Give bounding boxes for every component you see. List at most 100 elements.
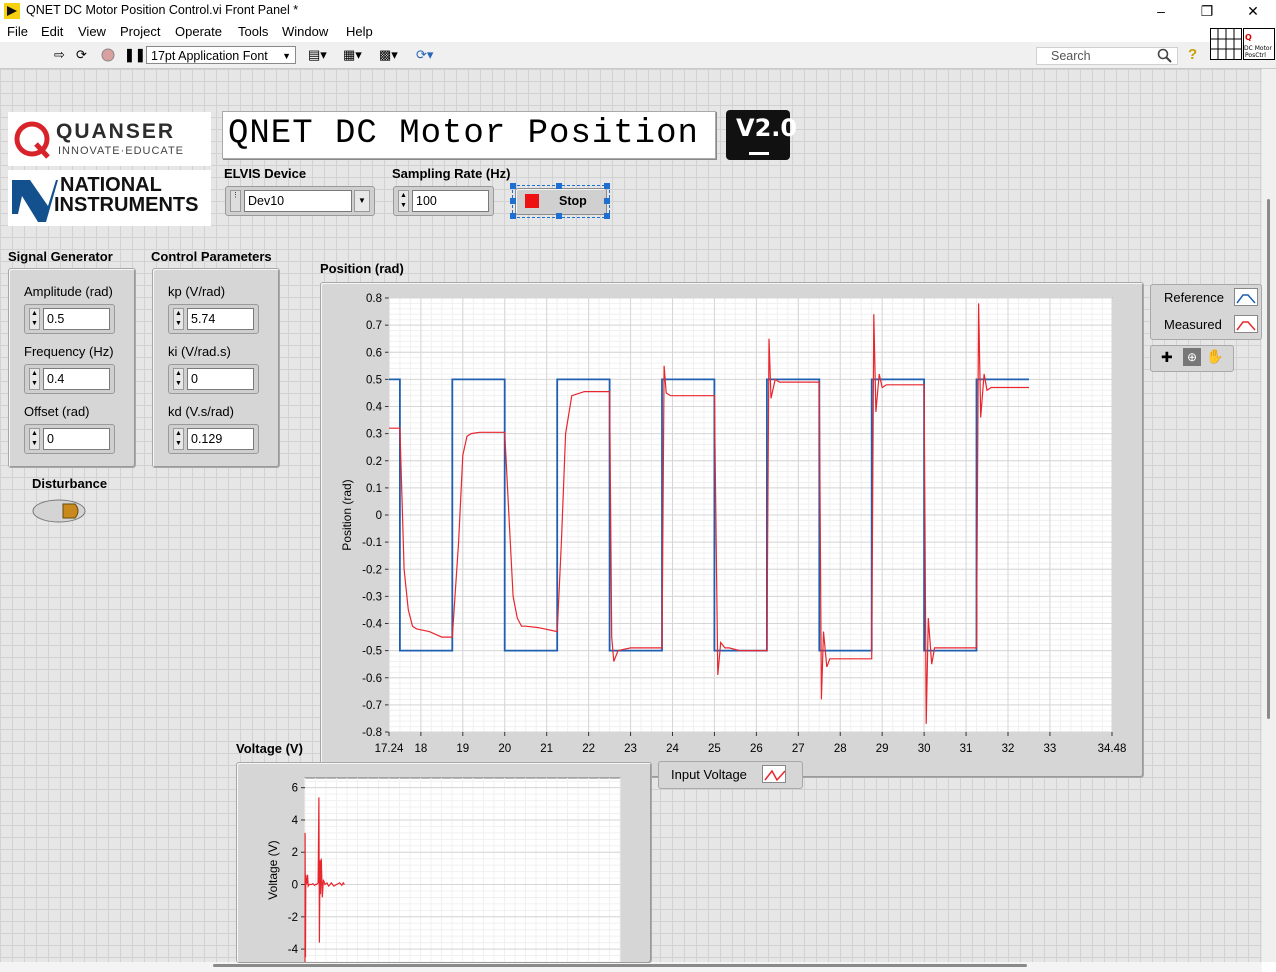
offset-value: 0 <box>43 428 110 450</box>
svg-text:DC Motor: DC Motor <box>1244 45 1273 52</box>
distribute-objects-icon[interactable]: ▦▾ <box>343 47 362 63</box>
offset-stepper[interactable]: ▲ ▼ <box>29 428 40 450</box>
disturbance-label: Disturbance <box>32 476 108 491</box>
y-axis-label: Position (rad) <box>340 479 354 550</box>
elvis-device-value: Dev10 <box>244 190 352 212</box>
elvis-browse-icon[interactable]: ⋮ <box>230 190 241 212</box>
kd-stepper[interactable]: ▲ ▼ <box>173 428 184 450</box>
y-tick-label: -0.4 <box>362 619 382 631</box>
legend-input-voltage-swatch[interactable] <box>762 765 786 783</box>
x-tick-label: 21 <box>540 743 553 755</box>
ki-stepper[interactable]: ▲ ▼ <box>173 368 184 390</box>
quanser-logo: QUANSER INNOVATE·EDUCATE <box>8 112 211 166</box>
horizontal-scrollbar[interactable] <box>0 962 1262 972</box>
version-badge: V2.0 <box>726 110 797 160</box>
legend-input-voltage-label: Input Voltage <box>671 767 747 782</box>
x-tick-label: 26 <box>750 743 763 755</box>
signal-generator-title: Signal Generator <box>8 249 113 264</box>
y-tick-label: 0.1 <box>366 483 382 495</box>
x-tick-label: 19 <box>456 743 469 755</box>
menu-file[interactable]: File <box>7 24 28 39</box>
y-axis-label: Voltage (V) <box>266 840 280 899</box>
align-objects-icon[interactable]: ▤▾ <box>308 47 327 63</box>
close-button[interactable]: ✕ <box>1230 0 1276 22</box>
y-tick-label: -0.2 <box>362 564 382 576</box>
x-tick-label: 34.48 <box>1098 743 1127 755</box>
y-tick-label: -2 <box>288 912 298 924</box>
frequency-control[interactable]: ▲ ▼ 0.4 <box>24 364 115 394</box>
menu-view[interactable]: View <box>78 24 106 39</box>
reorder-icon[interactable]: ⟳▾ <box>416 47 433 63</box>
legend-reference-swatch[interactable] <box>1234 288 1258 306</box>
chevron-down-icon[interactable]: ▼ <box>354 190 370 212</box>
sampling-rate-value: 100 <box>412 190 489 212</box>
page-title-box: QNET DC Motor Position <box>222 111 716 159</box>
y-tick-label: 2 <box>292 847 298 859</box>
y-tick-label: 0.6 <box>366 347 382 359</box>
kp-stepper[interactable]: ▲ ▼ <box>173 308 184 330</box>
voltage-chart-title: Voltage (V) <box>236 741 303 756</box>
pause-icon[interactable]: ❚❚ <box>124 47 146 63</box>
stop-label: Stop <box>559 194 587 208</box>
zoom-tool-icon[interactable]: ⊕ <box>1183 348 1201 366</box>
menu-edit[interactable]: Edit <box>41 24 63 39</box>
elvis-device-select[interactable]: ⋮ Dev10 ▼ <box>225 186 375 216</box>
search-icon[interactable] <box>1157 48 1173 64</box>
y-tick-label: -4 <box>288 944 299 956</box>
position-legend: Reference Measured <box>1150 284 1262 340</box>
menu-bar: File Edit View Project Operate Tools Win… <box>0 22 1276 42</box>
run-continuously-icon[interactable]: ⟳ <box>76 47 87 63</box>
minimize-button[interactable]: – <box>1138 0 1184 22</box>
stop-button[interactable]: Stop <box>515 188 607 215</box>
menu-operate[interactable]: Operate <box>175 24 222 39</box>
kp-control[interactable]: ▲ ▼ 5.74 <box>168 304 259 334</box>
toolbar: ⇨ ⟳ ❚❚ 17pt Application Font ▼ ▤▾ ▦▾ ▩▾ ⟳… <box>0 28 1276 69</box>
svg-text:Q: Q <box>1245 33 1252 42</box>
y-tick-label: 0.8 <box>366 293 382 305</box>
x-tick-label: 24 <box>666 743 679 755</box>
x-tick-label: 31 <box>960 743 973 755</box>
frequency-stepper[interactable]: ▲ ▼ <box>29 368 40 390</box>
ni-wordmark-line2: INSTRUMENTS <box>54 194 199 216</box>
menu-project[interactable]: Project <box>120 24 160 39</box>
menu-window[interactable]: Window <box>282 24 328 39</box>
amplitude-control[interactable]: ▲ ▼ 0.5 <box>24 304 115 334</box>
quanser-wordmark: QUANSER <box>56 120 176 143</box>
x-tick-label: 23 <box>624 743 637 755</box>
abort-icon[interactable] <box>101 48 115 62</box>
disturbance-toggle[interactable] <box>31 498 87 524</box>
x-tick-label: 18 <box>414 743 427 755</box>
window-title: QNET DC Motor Position Control.vi Front … <box>26 3 299 17</box>
frequency-label: Frequency (Hz) <box>24 344 114 359</box>
ki-label: ki (V/rad.s) <box>168 344 231 359</box>
x-tick-label: 20 <box>498 743 511 755</box>
resize-objects-icon[interactable]: ▩▾ <box>379 47 398 63</box>
ki-value: 0 <box>187 368 254 390</box>
sampling-rate-stepper[interactable]: ▲ ▼ <box>398 190 409 212</box>
kp-label: kp (V/rad) <box>168 284 226 299</box>
legend-measured-swatch[interactable] <box>1234 315 1258 333</box>
y-tick-label: 0 <box>376 510 382 522</box>
kd-label: kd (V.s/rad) <box>168 404 234 419</box>
quanser-q-icon <box>14 121 50 159</box>
cursor-tool-icon[interactable]: ✚ <box>1161 349 1173 366</box>
help-icon[interactable]: ? <box>1188 46 1197 63</box>
offset-control[interactable]: ▲ ▼ 0 <box>24 424 115 454</box>
sampling-rate-control[interactable]: ▲ ▼ 100 <box>393 186 494 216</box>
amplitude-stepper[interactable]: ▲ ▼ <box>29 308 40 330</box>
voltage-chart[interactable]: 6 4 2 0 -2 -4 Voltage (V) <box>236 762 650 962</box>
menu-help[interactable]: Help <box>346 24 373 39</box>
maximize-button[interactable]: ❐ <box>1184 0 1230 22</box>
pan-tool-icon[interactable]: ✋ <box>1206 348 1223 365</box>
kd-control[interactable]: ▲ ▼ 0.129 <box>168 424 259 454</box>
position-chart[interactable]: 0.8 0.7 0.6 0.5 0.4 0.3 0.2 0.1 0 -0.1 -0.2 -0.3 -0.… <box>320 282 1142 776</box>
page-title: QNET DC Motor Position <box>228 115 699 153</box>
run-icon[interactable]: ⇨ <box>54 47 65 63</box>
x-tick-label: 25 <box>708 743 721 755</box>
vertical-scrollbar[interactable] <box>1262 69 1276 962</box>
y-tick-label: 0.7 <box>366 320 382 332</box>
menu-tools[interactable]: Tools <box>238 24 268 39</box>
ki-control[interactable]: ▲ ▼ 0 <box>168 364 259 394</box>
font-selector[interactable]: 17pt Application Font ▼ <box>146 46 296 64</box>
offset-label: Offset (rad) <box>24 404 90 419</box>
